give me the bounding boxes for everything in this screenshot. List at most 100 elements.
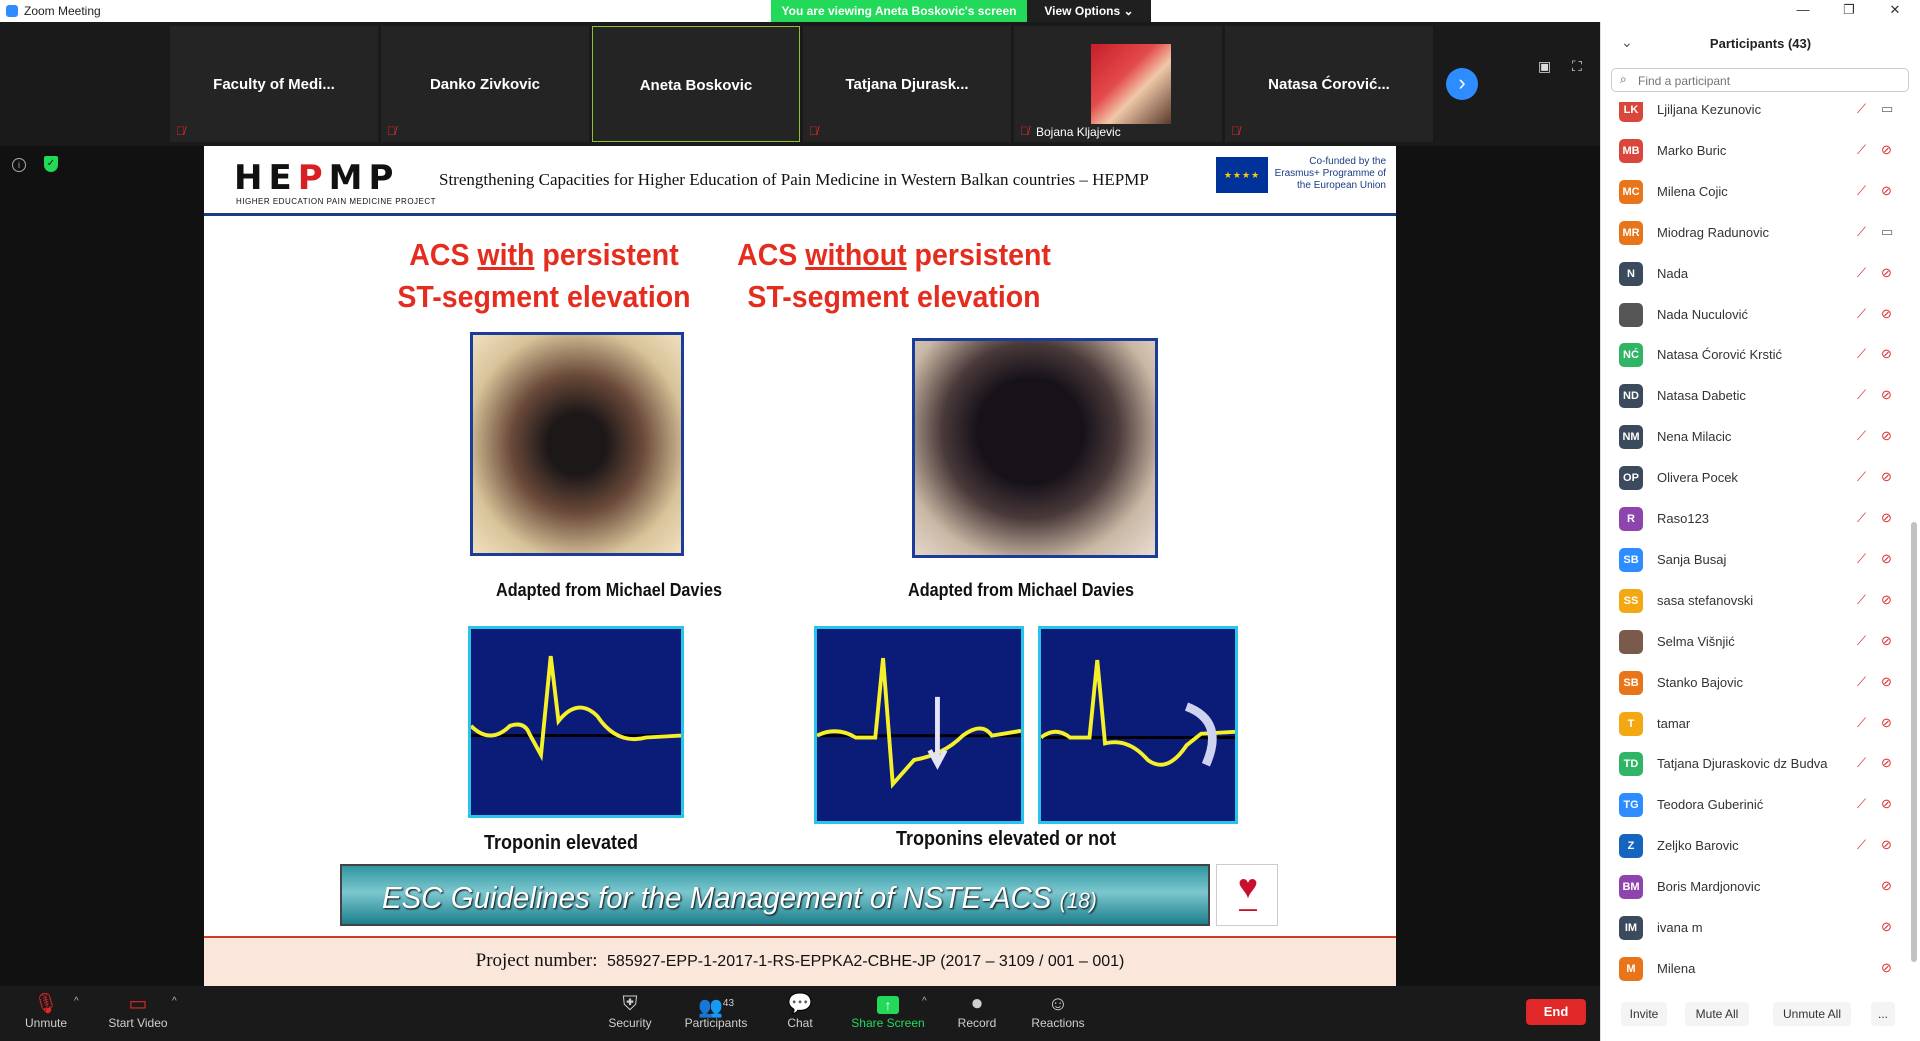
participant-row[interactable]: SB Stanko Bajovic ⟋ ⊘ bbox=[1601, 663, 1907, 704]
unmute-label: Unmute bbox=[24, 1016, 68, 1030]
muted-mic-icon: ⟋ bbox=[1857, 305, 1867, 321]
participant-row[interactable]: TG Teodora Guberinić ⟋ ⊘ bbox=[1601, 785, 1907, 826]
audio-options-caret-icon[interactable]: ^ bbox=[74, 996, 79, 1007]
participant-row[interactable]: OP Olivera Pocek ⟋ ⊘ bbox=[1601, 458, 1907, 499]
start-video-button[interactable]: ▭ Start Video bbox=[98, 992, 178, 1030]
artery-photo-without-st bbox=[912, 338, 1158, 558]
participant-row[interactable]: MB Marko Buric ⟋ ⊘ bbox=[1601, 131, 1907, 172]
security-label: Security bbox=[608, 1016, 652, 1030]
participant-row[interactable]: NĆ Natasa Ćorović Krstić ⟋ ⊘ bbox=[1601, 335, 1907, 376]
participant-row[interactable]: MR Miodrag Radunovic ⟋ ▭ bbox=[1601, 213, 1907, 254]
participant-row[interactable]: Nada Nuculović ⟋ ⊘ bbox=[1601, 295, 1907, 336]
participant-name: Nada bbox=[1657, 265, 1689, 281]
muted-mic-icon: ⟋ bbox=[1857, 510, 1867, 525]
video-options-caret-icon[interactable]: ^ bbox=[172, 996, 177, 1007]
avatar: SB bbox=[1619, 547, 1643, 572]
participant-row[interactable]: SS sasa stefanovski ⟋ ⊘ bbox=[1601, 581, 1907, 622]
participant-name: Natasa Ćorović Krstić bbox=[1657, 347, 1782, 363]
participant-row[interactable]: R Raso123 ⟋ ⊘ bbox=[1601, 499, 1907, 540]
hepmp-logo: HEPMP bbox=[234, 158, 400, 198]
participants-icon: 👥43 bbox=[697, 996, 735, 1019]
participant-row[interactable]: Selma Višnjić ⟋ ⊘ bbox=[1601, 622, 1907, 663]
reactions-button[interactable]: ☺ Reactions bbox=[1018, 992, 1098, 1030]
avatar: NM bbox=[1619, 425, 1643, 450]
video-off-icon: ⊘ bbox=[1881, 305, 1892, 321]
share-screen-button[interactable]: ↑ Share Screen bbox=[848, 992, 928, 1030]
caption-left: Adapted from Michael Davies bbox=[496, 580, 722, 600]
participant-row[interactable]: N Nada ⟋ ⊘ bbox=[1601, 254, 1907, 295]
esc-guidelines-banner: ESC Guidelines for the Management of NST… bbox=[340, 864, 1210, 926]
participant-row[interactable]: Ttamar ⟋ ⊘ bbox=[1601, 704, 1907, 745]
heading-text: persistent bbox=[906, 237, 1051, 272]
minimize-icon[interactable]: — bbox=[1780, 0, 1826, 22]
security-button[interactable]: ⛨ Security bbox=[590, 992, 670, 1030]
video-tile[interactable]: Danko Zivkovic 🎙̸ bbox=[381, 26, 589, 142]
encryption-shield-icon[interactable]: ✓ bbox=[44, 156, 58, 172]
gallery-strip: Faculty of Medi... 🎙̸ Danko Zivkovic 🎙̸ Anet… bbox=[0, 22, 1600, 146]
participants-scrollbar[interactable] bbox=[1911, 522, 1917, 962]
muted-mic-icon: ⟋ bbox=[1857, 673, 1867, 689]
esc-logo: ♥ ▬▬▬ bbox=[1216, 864, 1278, 926]
video-tile[interactable]: Natasa Ćorović... 🎙̸ bbox=[1225, 26, 1433, 142]
video-tile-name: Natasa Ćorović... bbox=[1268, 76, 1390, 93]
muted-mic-icon: 🎙̸ bbox=[387, 124, 396, 138]
chevron-down-icon: ⌄ bbox=[1123, 4, 1134, 18]
video-off-icon: ⊘ bbox=[1881, 346, 1892, 362]
start-video-label: Start Video bbox=[108, 1016, 168, 1030]
participant-row[interactable]: BM Boris Mardjonovic ⊘ bbox=[1601, 867, 1907, 908]
participant-row[interactable]: LK Ljiljana Kezunovic ⟋ ▭ bbox=[1601, 102, 1907, 131]
video-off-icon: ⊘ bbox=[1881, 591, 1892, 607]
participant-row[interactable]: Z Zeljko Barovic ⟋ ⊘ bbox=[1601, 826, 1907, 867]
participant-row[interactable]: SB Sanja Busaj ⟋ ⊘ bbox=[1601, 540, 1907, 581]
info-icon[interactable]: i bbox=[12, 158, 26, 172]
participant-row[interactable]: MC Milena Cojic ⟋ ⊘ bbox=[1601, 172, 1907, 213]
eu-cofunded-text: Co-funded by the Erasmus+ Programme of t… bbox=[1274, 156, 1386, 191]
project-number-value: 585927-EPP-1-2017-1-RS-EPPKA2-CBHE-JP (2… bbox=[607, 953, 1125, 970]
slide-header: HEPMP HIGHER EDUCATION PAIN MEDICINE PRO… bbox=[204, 146, 1396, 216]
unmute-all-button[interactable]: Unmute All bbox=[1773, 1002, 1851, 1026]
end-meeting-button[interactable]: End bbox=[1526, 999, 1586, 1025]
avatar: N bbox=[1619, 261, 1643, 286]
video-off-icon: ⊘ bbox=[1881, 428, 1892, 444]
banner-text: ESC Guidelines for the Management of NST… bbox=[382, 880, 1097, 916]
mute-all-button[interactable]: Mute All bbox=[1685, 1002, 1749, 1026]
participant-row[interactable]: ND Natasa Dabetic ⟋ ⊘ bbox=[1601, 376, 1907, 417]
participant-row[interactable]: IM ivana m ⊘ bbox=[1601, 908, 1907, 949]
view-options-button[interactable]: View Options ⌄ bbox=[1027, 0, 1151, 22]
video-tile-name: Danko Zivkovic bbox=[429, 76, 541, 93]
chat-bubble-icon: 💬 bbox=[787, 993, 813, 1015]
participants-panel: ⌄ Participants (43) ⌕ LKLjiljana Kezunov… bbox=[1600, 22, 1920, 1041]
participant-name: Ljiljana Kezunovic bbox=[1657, 102, 1762, 117]
next-page-icon[interactable]: › bbox=[1446, 68, 1478, 100]
participant-row[interactable]: NM Nena Milacic ⟋ ⊘ bbox=[1601, 417, 1907, 458]
video-tile[interactable]: Bojana Kljajevic 🎙̸ bbox=[1014, 26, 1222, 142]
restore-icon[interactable]: ❐ bbox=[1826, 0, 1872, 22]
viewing-screen-banner: You are viewing Aneta Boskovic's screen bbox=[771, 0, 1027, 22]
muted-mic-icon: ⟋ bbox=[1857, 182, 1867, 198]
video-off-icon: ⊘ bbox=[1881, 510, 1892, 525]
chat-button[interactable]: 💬 Chat bbox=[760, 992, 840, 1030]
participant-search-input[interactable] bbox=[1636, 71, 1900, 91]
muted-mic-icon: ⟋ bbox=[1857, 428, 1867, 444]
participant-row[interactable]: TD Tatjana Djuraskovic dz Budva ⟋ ⊘ bbox=[1601, 744, 1907, 785]
video-off-icon: ⊘ bbox=[1881, 141, 1892, 157]
participant-row[interactable]: M Milena ⊘ bbox=[1601, 949, 1907, 987]
more-options-button[interactable]: ... bbox=[1871, 1002, 1895, 1026]
artery-photo-with-st bbox=[470, 332, 684, 556]
record-icon: ⏺ bbox=[972, 993, 982, 1015]
layout-icon[interactable]: ▣ bbox=[1538, 58, 1551, 75]
share-options-caret-icon[interactable]: ^ bbox=[922, 996, 927, 1007]
close-icon[interactable]: ✕ bbox=[1872, 0, 1918, 22]
participant-search[interactable]: ⌕ bbox=[1611, 68, 1909, 92]
troponins-elevated-or-not-label: Troponins elevated or not bbox=[896, 828, 1117, 850]
record-button[interactable]: ⏺ Record bbox=[937, 992, 1017, 1030]
avatar: LK bbox=[1619, 102, 1643, 122]
video-tile[interactable]: Tatjana Djurask... 🎙̸ bbox=[803, 26, 1011, 142]
muted-mic-icon: ⟋ bbox=[1857, 550, 1867, 566]
video-tile[interactable]: Aneta Boskovic bbox=[592, 26, 800, 142]
fullscreen-icon[interactable]: ⛶ bbox=[1572, 58, 1582, 75]
video-tile[interactable]: Faculty of Medi... 🎙̸ bbox=[170, 26, 378, 142]
avatar bbox=[1619, 629, 1643, 654]
participants-button[interactable]: 👥43 Participants bbox=[676, 992, 756, 1030]
invite-button[interactable]: Invite bbox=[1621, 1002, 1667, 1026]
